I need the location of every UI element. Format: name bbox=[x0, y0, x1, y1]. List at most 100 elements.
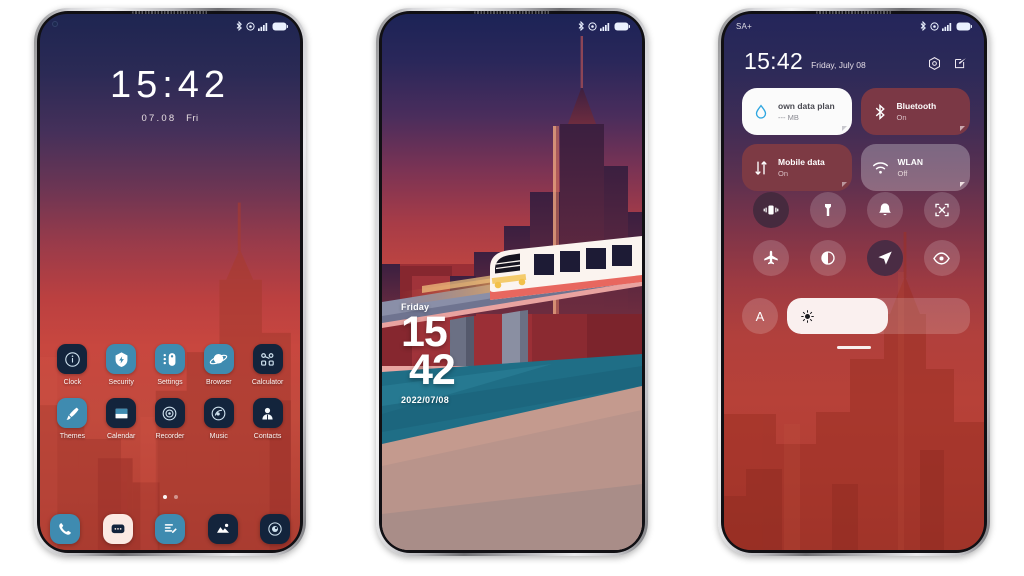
auto-brightness-button[interactable]: A bbox=[742, 298, 778, 334]
bluetooth-icon bbox=[875, 103, 885, 120]
tile-title: Mobile data bbox=[778, 157, 825, 167]
battery-icon bbox=[956, 22, 972, 30]
tile-mobile-data[interactable]: Mobile data On bbox=[742, 144, 852, 191]
shade-time: 15:42 bbox=[744, 48, 804, 74]
tile-title: WLAN bbox=[897, 157, 924, 167]
tile-title: own data plan bbox=[778, 101, 835, 111]
shade-date: Friday, July 08 bbox=[811, 60, 866, 70]
app-label: Themes bbox=[59, 433, 86, 440]
phone-1-home-screen: 15:42 07.08 Fri Clock Security Settings … bbox=[34, 8, 306, 556]
page-dot-1[interactable] bbox=[162, 495, 167, 499]
app-label: Calendar bbox=[106, 433, 136, 440]
app-security[interactable]: Security bbox=[97, 344, 146, 386]
tile-text: Bluetooth On bbox=[897, 101, 937, 122]
phone-2-screen: Friday 15 42 2022/07/08 bbox=[382, 14, 642, 550]
screenshot-icon bbox=[934, 203, 949, 217]
eye-comfort-icon bbox=[933, 251, 950, 265]
dock-camera-button[interactable] bbox=[260, 514, 290, 544]
app-calendar[interactable]: Calendar bbox=[97, 398, 146, 440]
lock-date: 2022/07/08 bbox=[401, 394, 450, 405]
home-clock-weekday: Fri bbox=[186, 113, 199, 124]
tile-expand-corner[interactable] bbox=[960, 126, 965, 131]
page-dot-2[interactable] bbox=[173, 495, 178, 499]
app-music[interactable]: Music bbox=[194, 398, 243, 440]
calendar-icon bbox=[106, 398, 137, 428]
tile-subtitle: --- MB bbox=[778, 113, 799, 122]
tile-title: Bluetooth bbox=[896, 101, 937, 111]
phone-3-statusbar: SA+ bbox=[724, 14, 984, 38]
earpiece-grille bbox=[132, 11, 208, 14]
tile-wlan[interactable]: WLAN Off bbox=[860, 144, 970, 191]
app-clock[interactable]: Clock bbox=[48, 344, 97, 386]
tile-expand-corner[interactable] bbox=[960, 182, 965, 187]
home-clock-widget[interactable]: 15:42 07.08 Fri bbox=[40, 66, 300, 124]
toggle-airplane-mode[interactable] bbox=[752, 240, 789, 276]
app-contacts[interactable]: Contacts bbox=[243, 398, 292, 440]
app-recorder[interactable]: Recorder bbox=[146, 398, 195, 440]
settings-icon[interactable] bbox=[927, 56, 942, 71]
round-toggle-grid bbox=[742, 192, 970, 276]
toggle-ringer[interactable] bbox=[866, 192, 903, 228]
data-drop-icon bbox=[755, 104, 767, 119]
tile-text: own data plan --- MB bbox=[778, 101, 835, 122]
phone-2-status-icons bbox=[578, 21, 630, 31]
tile-expand-corner[interactable] bbox=[841, 126, 847, 131]
shade-drag-handle[interactable] bbox=[837, 346, 871, 349]
toggle-location[interactable] bbox=[866, 240, 903, 276]
signal-icon bbox=[942, 22, 952, 31]
app-label: Browser bbox=[205, 379, 232, 386]
tile-subtitle: On bbox=[896, 113, 907, 122]
dock-messages-button[interactable] bbox=[102, 514, 133, 544]
toggle-vibrate[interactable] bbox=[752, 192, 789, 228]
toggle-screenshot[interactable] bbox=[923, 192, 960, 228]
settings-icon bbox=[154, 344, 185, 374]
toggle-flashlight[interactable] bbox=[809, 192, 846, 228]
tile-subtitle: On bbox=[778, 169, 789, 178]
edit-icon[interactable] bbox=[953, 56, 968, 71]
dock-gallery-button[interactable] bbox=[207, 514, 238, 544]
earpiece-grille bbox=[816, 11, 892, 14]
app-themes[interactable]: Themes bbox=[48, 398, 97, 440]
auto-brightness-label: A bbox=[755, 308, 765, 324]
tile-subtitle: Off bbox=[897, 169, 908, 178]
tile-data-plan[interactable]: own data plan --- MB bbox=[742, 88, 852, 135]
phone-1-screen: 15:42 07.08 Fri Clock Security Settings … bbox=[40, 14, 300, 550]
tile-text: WLAN Off bbox=[898, 157, 924, 178]
phone-2-lock-screen: Friday 15 42 2022/07/08 bbox=[376, 8, 648, 556]
app-label: Security bbox=[108, 379, 134, 386]
signal-icon bbox=[258, 22, 268, 31]
page-indicator[interactable] bbox=[40, 495, 300, 499]
calculator-icon bbox=[252, 344, 283, 374]
toggle-dark-mode[interactable] bbox=[809, 240, 846, 276]
big-tile-grid: own data plan --- MB Bluetooth On Mobile… bbox=[742, 88, 970, 191]
home-clock-date: 07.08 Fri bbox=[40, 113, 300, 124]
themes-icon bbox=[57, 398, 88, 428]
signal-icon bbox=[600, 22, 610, 31]
tile-bluetooth[interactable]: Bluetooth On bbox=[860, 88, 970, 135]
lockscreen-wallpaper bbox=[382, 14, 642, 550]
brightness-slider-fill bbox=[787, 298, 888, 334]
airplane-icon bbox=[763, 250, 778, 265]
app-label: Recorder bbox=[155, 433, 185, 440]
app-browser[interactable]: Browser bbox=[194, 344, 243, 386]
app-label: Settings bbox=[157, 379, 183, 386]
alarm-icon bbox=[588, 21, 597, 31]
brightness-slider[interactable] bbox=[787, 298, 970, 334]
home-clock-date-value: 07.08 bbox=[141, 113, 177, 124]
dock-phone-button[interactable] bbox=[50, 514, 80, 544]
clock-icon bbox=[57, 344, 88, 374]
phone-3-carrier-label: SA+ bbox=[736, 21, 752, 31]
contacts-icon bbox=[252, 398, 283, 428]
app-settings[interactable]: Settings bbox=[146, 344, 195, 386]
lockscreen-clock-widget[interactable]: Friday 15 42 2022/07/08 bbox=[401, 302, 456, 405]
recorder-icon bbox=[154, 398, 185, 428]
app-label: Calculator bbox=[251, 379, 284, 386]
flashlight-icon bbox=[824, 204, 831, 216]
phone-3-screen: SA+ 15:42 Friday, July 08 own data plan … bbox=[724, 14, 984, 550]
toggle-eye-comfort[interactable] bbox=[923, 240, 960, 276]
wifi-icon bbox=[872, 162, 888, 174]
dock-notes-button[interactable] bbox=[155, 514, 185, 544]
bluetooth-icon bbox=[236, 21, 242, 31]
tile-expand-corner[interactable] bbox=[841, 182, 847, 187]
app-calculator[interactable]: Calculator bbox=[243, 344, 292, 386]
